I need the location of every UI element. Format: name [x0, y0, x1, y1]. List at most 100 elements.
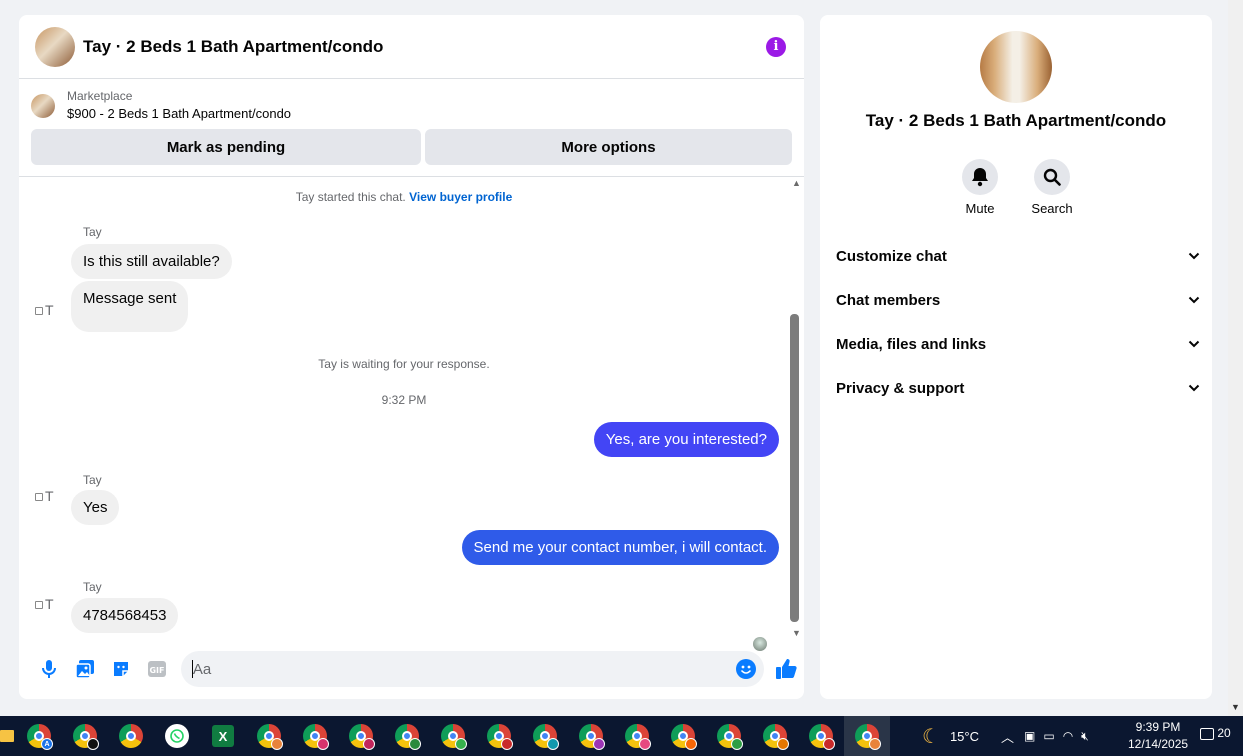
chrome-profile-icon[interactable] [614, 716, 660, 756]
svg-text:GIF: GIF [149, 666, 164, 675]
clock[interactable]: 9:39 PM 12/14/2025 [1128, 719, 1188, 753]
info-icon[interactable]: i [766, 36, 786, 57]
search-label: Search [1031, 201, 1073, 216]
text-caret [191, 660, 193, 678]
search-button[interactable]: Search [1031, 159, 1073, 216]
bell-icon[interactable] [962, 159, 998, 195]
page-scrollbar[interactable]: ▼ [1228, 0, 1243, 716]
media-files-links-section[interactable]: Media, files and links [836, 322, 1200, 366]
wifi-icon[interactable]: ◠ [1063, 729, 1073, 743]
sender-name: Tay [83, 225, 102, 239]
avatar[interactable]: T [35, 592, 61, 612]
chevron-down-icon [1188, 252, 1200, 260]
incoming-message[interactable]: Yes [71, 490, 120, 525]
mute-button[interactable]: Mute [962, 159, 998, 216]
chat-title[interactable]: Tay · 2 Beds 1 Bath Apartment/condo [83, 37, 766, 57]
message-list: Tay started this chat. View buyer profil… [19, 177, 789, 651]
chrome-profile-icon[interactable] [522, 716, 568, 756]
avatar[interactable]: T [35, 484, 61, 504]
customize-chat-section[interactable]: Customize chat [836, 234, 1200, 278]
mute-label: Mute [965, 201, 995, 216]
chrome-profile-icon[interactable] [384, 716, 430, 756]
message-input[interactable] [192, 660, 713, 678]
chevron-down-icon [1188, 296, 1200, 304]
sticker-icon[interactable] [103, 651, 139, 687]
chrome-profile-icon[interactable] [752, 716, 798, 756]
chevron-up-icon[interactable]: ︿ [1001, 727, 1014, 746]
section-label: Privacy & support [836, 379, 965, 397]
chrome-profile-icon[interactable] [798, 716, 844, 756]
chrome-icon[interactable]: A [16, 716, 62, 756]
started-text: Tay started this chat. [295, 190, 406, 204]
chrome-profile-icon-active[interactable] [844, 716, 890, 756]
incoming-message[interactable]: 4784568453 [71, 598, 179, 633]
chat-details-panel: Tay · 2 Beds 1 Bath Apartment/condo Mute… [820, 15, 1212, 699]
chevron-down-icon [1188, 384, 1200, 392]
microphone-icon[interactable] [31, 651, 67, 687]
battery-icon[interactable]: ▭ [1043, 729, 1054, 743]
chrome-icon[interactable] [108, 716, 154, 756]
chrome-profile-icon[interactable] [62, 716, 108, 756]
avatar[interactable]: T [35, 298, 61, 318]
message-composer: GIF [19, 649, 804, 689]
incoming-message[interactable]: Is this still available? [71, 244, 232, 279]
outgoing-message[interactable]: Yes, are you interested? [593, 422, 779, 457]
chevron-down-icon [1188, 340, 1200, 348]
listing-photo[interactable] [980, 31, 1052, 103]
scrollbar-thumb[interactable] [790, 314, 799, 622]
weather-temp[interactable]: 15°C [950, 729, 979, 744]
thumbs-up-icon[interactable] [768, 651, 804, 687]
whatsapp-icon[interactable] [154, 716, 200, 756]
section-label: Chat members [836, 291, 941, 309]
volume-muted-icon[interactable]: 🔇︎ [1081, 729, 1089, 744]
marketplace-listing-row[interactable]: Marketplace $900 - 2 Beds 1 Bath Apartme… [19, 79, 804, 125]
excel-icon[interactable]: X [200, 716, 246, 756]
section-label: Media, files and links [836, 335, 987, 353]
chrome-profile-icon[interactable] [660, 716, 706, 756]
outgoing-message[interactable]: Send me your contact number, i will cont… [461, 530, 779, 565]
chrome-profile-icon[interactable] [430, 716, 476, 756]
chrome-profile-icon[interactable] [568, 716, 614, 756]
chrome-profile-icon[interactable] [476, 716, 522, 756]
sender-name: Tay [83, 473, 102, 487]
chrome-profile-icon[interactable] [338, 716, 384, 756]
sender-name: Tay [83, 580, 102, 594]
chrome-profile-icon[interactable] [706, 716, 752, 756]
file-explorer-icon[interactable] [0, 716, 16, 756]
more-options-button[interactable]: More options [425, 129, 792, 165]
notification-icon[interactable]: 20 [1200, 726, 1231, 740]
details-title: Tay · 2 Beds 1 Bath Apartment/condo [865, 111, 1167, 130]
search-icon[interactable] [1034, 159, 1070, 195]
timestamp: 9:32 PM [381, 393, 427, 407]
chrome-profile-icon[interactable] [292, 716, 338, 756]
listing-price-title: $900 - 2 Beds 1 Bath Apartment/condo [67, 106, 292, 121]
chat-header: Tay · 2 Beds 1 Bath Apartment/condo i [19, 15, 804, 79]
moon-weather-icon[interactable]: ☾ [922, 724, 940, 749]
meet-icon[interactable]: ▣ [1024, 729, 1035, 743]
photo-icon[interactable] [67, 651, 103, 687]
notification-count: 20 [1217, 726, 1231, 740]
clock-time: 9:39 PM [1135, 720, 1181, 734]
scroll-down-arrow-icon[interactable]: ▼ [789, 627, 804, 639]
chat-scrollbar[interactable]: ▲ ▼ [789, 177, 804, 642]
listing-avatar[interactable] [35, 26, 75, 67]
emoji-icon[interactable] [736, 659, 757, 684]
scroll-down-arrow-icon[interactable]: ▼ [1231, 702, 1240, 712]
marketplace-label: Marketplace [67, 89, 133, 103]
chat-members-section[interactable]: Chat members [836, 278, 1200, 322]
incoming-message[interactable]: Message sent [71, 281, 189, 332]
message-input-box[interactable] [180, 651, 765, 687]
section-label: Customize chat [836, 247, 947, 265]
view-buyer-profile-link[interactable]: View buyer profile [409, 190, 512, 204]
privacy-support-section[interactable]: Privacy & support [836, 366, 1200, 410]
scroll-up-arrow-icon[interactable]: ▲ [789, 177, 804, 189]
windows-taskbar: A X ☾ 15°C ︿ ▣ ▭ ◠ 🔇︎ 9:39 PM 12/14/2025… [0, 716, 1243, 756]
mark-as-pending-button[interactable]: Mark as pending [31, 129, 421, 165]
waiting-note: Tay is waiting for your response. [318, 357, 490, 371]
chat-started-note: Tay started this chat. View buyer profil… [19, 190, 789, 204]
chrome-profile-icon[interactable] [246, 716, 292, 756]
listing-thumbnail [31, 94, 55, 118]
system-tray: ☾ 15°C ︿ ▣ ▭ ◠ 🔇︎ [922, 716, 1089, 756]
chat-panel: Tay · 2 Beds 1 Bath Apartment/condo i Ma… [19, 15, 804, 699]
gif-icon[interactable]: GIF [139, 651, 175, 687]
